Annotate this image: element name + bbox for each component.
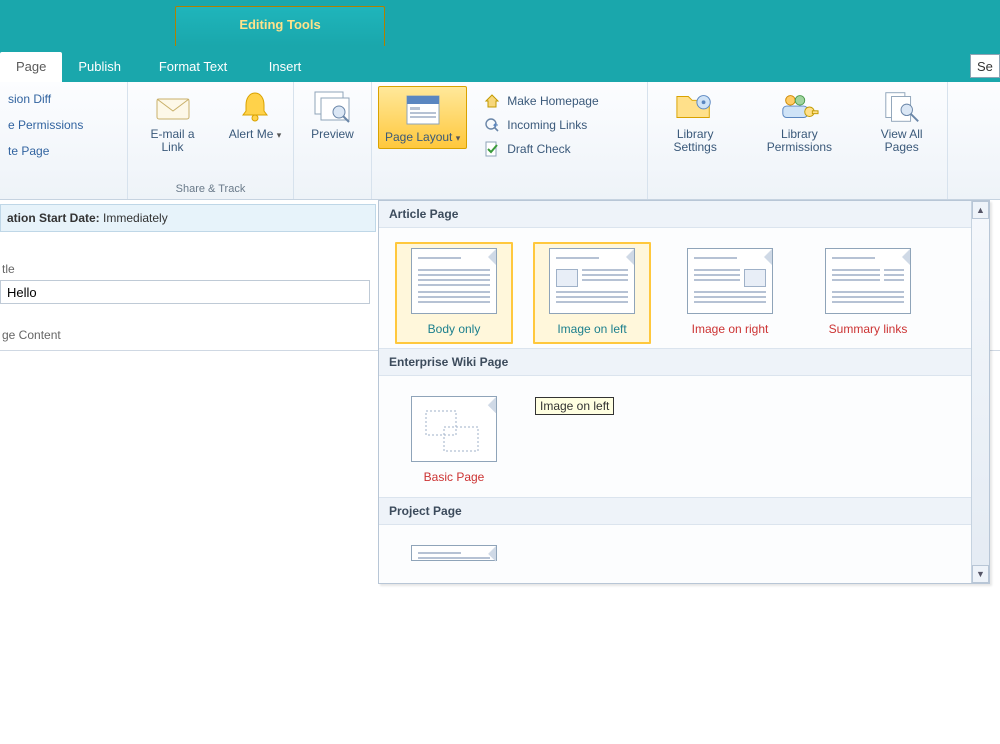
library-permissions-label: Library Permissions [752, 128, 846, 154]
thumb-image-left-icon [549, 248, 635, 314]
title-input[interactable] [0, 280, 370, 304]
scroll-down-arrow-icon[interactable]: ▼ [972, 565, 989, 583]
schedule-status-bar: ation Start Date: Immediately [0, 204, 376, 232]
tooltip-image-on-left: Image on left [535, 397, 614, 415]
thumb-body-only-icon [411, 248, 497, 314]
email-link-label: E-mail a Link [138, 128, 207, 154]
view-all-pages-label: View All Pages [866, 128, 937, 154]
scroll-up-arrow-icon[interactable]: ▲ [972, 201, 989, 219]
library-settings-button[interactable]: Library Settings [654, 86, 736, 156]
ribbon-group-share-track: Share & Track [176, 183, 246, 197]
preview-label: Preview [311, 128, 354, 141]
draft-check-label: Draft Check [507, 142, 570, 156]
incoming-links-button[interactable]: Incoming Links [483, 116, 598, 134]
preview-icon [313, 88, 353, 126]
home-icon [483, 92, 501, 110]
make-homepage-button[interactable]: Make Homepage [483, 92, 598, 110]
layout-image-on-right[interactable]: Image on right [671, 242, 789, 344]
ribbon: sion Diff e Permissions te Page E-mail a… [0, 82, 1000, 200]
tab-insert[interactable]: Insert [245, 52, 325, 82]
bell-icon [235, 88, 275, 126]
layout-image-on-left[interactable]: Image on left [533, 242, 651, 344]
scroll-track[interactable] [972, 219, 989, 565]
library-permissions-button[interactable]: Library Permissions [748, 86, 850, 156]
thumb-project-partial-icon [411, 545, 497, 561]
schedule-status-label: ation Start Date: [7, 211, 100, 225]
layout-body-only-label: Body only [428, 322, 481, 336]
incoming-links-label: Incoming Links [507, 118, 587, 132]
layout-basic-page[interactable]: Basic Page [395, 390, 513, 492]
page-layout-gallery: Article Page Body only Image on left [378, 200, 990, 584]
draft-check-button[interactable]: Draft Check [483, 140, 598, 158]
schedule-status-value: Immediately [103, 211, 168, 225]
alert-me-button[interactable]: Alert Me ▾ [223, 86, 287, 143]
gallery-category-project-page: Project Page [379, 497, 989, 525]
page-layout-label: Page Layout ▾ [385, 131, 460, 144]
layout-summary-links-label: Summary links [829, 322, 908, 336]
tab-publish[interactable]: Publish [62, 52, 137, 82]
gallery-category-article-page: Article Page [379, 201, 989, 228]
email-link-button[interactable]: E-mail a Link [134, 86, 211, 156]
envelope-icon [153, 88, 193, 126]
make-homepage-label: Make Homepage [507, 94, 598, 108]
layout-basic-page-label: Basic Page [424, 470, 485, 484]
layout-summary-links[interactable]: Summary links [809, 242, 927, 344]
search-input[interactable]: Se [970, 54, 1000, 78]
pages-magnifier-icon [882, 88, 922, 126]
ribbon-item-page-permissions[interactable]: e Permissions [2, 112, 128, 138]
chevron-down-icon: ▾ [456, 133, 461, 143]
thumb-image-right-icon [687, 248, 773, 314]
preview-button[interactable]: Preview [301, 86, 365, 143]
contextual-tab-group-label: Editing Tools [175, 6, 385, 46]
draft-check-icon [483, 140, 501, 158]
alert-me-label: Alert Me ▾ [229, 128, 282, 141]
layout-body-only[interactable]: Body only [395, 242, 513, 344]
gallery-scrollbar[interactable]: ▲ ▼ [971, 201, 989, 583]
tab-format-text[interactable]: Format Text [141, 52, 245, 82]
incoming-links-icon [483, 116, 501, 134]
tab-page[interactable]: Page [0, 52, 62, 82]
gallery-category-enterprise-wiki: Enterprise Wiki Page [379, 348, 989, 376]
view-all-pages-button[interactable]: View All Pages [862, 86, 941, 156]
users-key-icon [779, 88, 819, 126]
thumb-summary-links-icon [825, 248, 911, 314]
page-actions-list: Make Homepage Incoming Links Draft Check [479, 86, 604, 162]
library-settings-label: Library Settings [658, 128, 732, 154]
thumb-basic-page-icon [411, 396, 497, 462]
page-layout-icon [403, 91, 443, 129]
layout-project-page-partial[interactable] [395, 539, 513, 569]
layout-image-on-right-label: Image on right [692, 322, 769, 336]
tab-banner: Editing Tools Page Publish Format Text I… [0, 0, 1000, 82]
ribbon-item-version-diff[interactable]: sion Diff [2, 86, 128, 112]
layout-image-on-left-label: Image on left [557, 322, 626, 336]
folder-gear-icon [675, 88, 715, 126]
tab-row: Page Publish Format Text Insert [0, 52, 1000, 82]
page-layout-button[interactable]: Page Layout ▾ [378, 86, 467, 149]
chevron-down-icon: ▾ [277, 130, 282, 140]
ribbon-item-delete-page[interactable]: te Page [2, 138, 128, 164]
